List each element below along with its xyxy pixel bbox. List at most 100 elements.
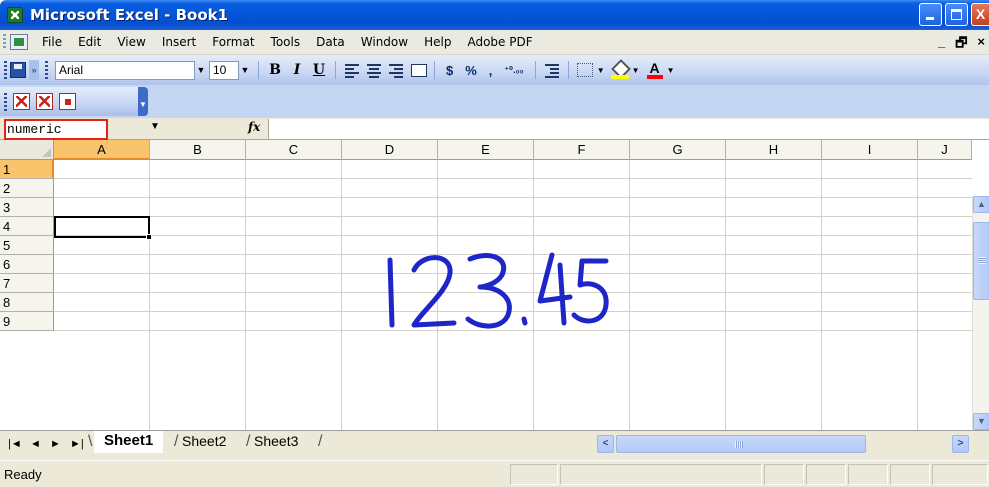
align-left-icon[interactable] <box>341 59 363 81</box>
row-header-7[interactable]: 7 <box>0 274 54 293</box>
font-size-field[interactable]: 10 <box>209 60 239 80</box>
fill-color-dropdown-arrow-icon[interactable]: ▼ <box>632 66 640 75</box>
menu-grip[interactable] <box>3 34 6 50</box>
excel-app-icon[interactable] <box>7 7 23 23</box>
close-button[interactable]: X <box>971 3 989 26</box>
next-sheet-icon[interactable]: ► <box>50 438 61 450</box>
column-header-j[interactable]: J <box>918 140 972 160</box>
status-panel <box>764 464 804 485</box>
menu-edit[interactable]: Edit <box>70 35 109 49</box>
borders-icon[interactable] <box>576 63 593 77</box>
menu-adobe-pdf[interactable]: Adobe PDF <box>459 35 540 49</box>
name-box-dropdown-arrow-icon[interactable]: ▼ <box>150 121 160 132</box>
workbook-close-button[interactable]: × <box>977 34 985 56</box>
column-header-d[interactable]: D <box>342 140 438 160</box>
currency-style-button[interactable]: $ <box>440 63 459 78</box>
vertical-scrollbar[interactable]: ▲ ▼ <box>972 196 989 430</box>
row-header-2[interactable]: 2 <box>0 179 54 198</box>
row-header-1[interactable]: 1 <box>0 160 54 179</box>
toolbar-options-chevron-icon[interactable]: » <box>29 60 39 80</box>
row-header-8[interactable]: 8 <box>0 293 54 312</box>
column-header-g[interactable]: G <box>630 140 726 160</box>
scroll-down-icon[interactable]: ▼ <box>973 413 989 430</box>
convert-and-review-pdf-icon[interactable] <box>59 93 76 110</box>
row-header-5[interactable]: 5 <box>0 236 54 255</box>
window-controls: X <box>919 3 989 26</box>
pdf-toolbar-options-chevron-icon[interactable]: ▼ <box>138 87 148 116</box>
workbook-controls: _ 🗗 × <box>938 34 985 56</box>
column-header-c[interactable]: C <box>246 140 342 160</box>
convert-and-email-pdf-icon[interactable] <box>36 93 53 110</box>
column-header-h[interactable]: H <box>726 140 822 160</box>
maximize-button[interactable] <box>945 3 968 26</box>
column-header-i[interactable]: I <box>822 140 918 160</box>
save-icon[interactable] <box>10 62 26 78</box>
vertical-scroll-thumb[interactable] <box>973 222 989 300</box>
title-bar[interactable]: Microsoft Excel - Book1 X <box>0 0 989 30</box>
underline-button[interactable]: U <box>308 59 330 81</box>
menu-file[interactable]: File <box>34 35 70 49</box>
column-header-a[interactable]: A <box>54 140 150 160</box>
minimize-button[interactable] <box>919 3 942 26</box>
menu-insert[interactable]: Insert <box>154 35 204 49</box>
italic-button[interactable]: I <box>286 59 308 81</box>
scroll-right-icon[interactable]: > <box>952 435 969 453</box>
name-box[interactable]: numeric <box>4 119 108 140</box>
font-dropdown-arrow-icon[interactable]: ▼ <box>195 61 207 80</box>
align-center-icon[interactable] <box>363 59 385 81</box>
menu-data[interactable]: Data <box>308 35 353 49</box>
insert-function-icon[interactable]: fx <box>248 120 260 134</box>
gridline <box>725 160 726 430</box>
menu-help[interactable]: Help <box>416 35 459 49</box>
toolbar-grip[interactable] <box>4 61 7 79</box>
workbook-minimize-button[interactable]: _ <box>938 34 945 56</box>
borders-dropdown-arrow-icon[interactable]: ▼ <box>597 66 605 75</box>
active-cell-a1[interactable] <box>54 216 150 238</box>
row-header-9[interactable]: 9 <box>0 312 54 331</box>
pdf-toolbar-grip[interactable] <box>4 92 7 111</box>
merge-and-center-icon[interactable] <box>407 59 429 81</box>
column-header-f[interactable]: F <box>534 140 630 160</box>
row-header-3[interactable]: 3 <box>0 198 54 217</box>
bold-button[interactable]: B <box>264 59 286 81</box>
row-header-4[interactable]: 4 <box>0 217 54 236</box>
toolbar-divider <box>434 61 435 79</box>
convert-to-pdf-icon[interactable] <box>13 93 30 110</box>
column-header-e[interactable]: E <box>438 140 534 160</box>
column-header-b[interactable]: B <box>150 140 246 160</box>
select-all-corner[interactable] <box>0 140 54 160</box>
previous-sheet-icon[interactable]: ◄ <box>30 438 41 450</box>
last-sheet-icon[interactable]: ►| <box>70 438 84 450</box>
menu-tools[interactable]: Tools <box>263 35 309 49</box>
increase-decimal-button[interactable]: ⁺⁰.₀₀ <box>498 65 529 76</box>
font-color-icon[interactable]: A <box>646 61 664 79</box>
toolbar-grip-2[interactable] <box>45 61 48 79</box>
gridline <box>54 216 972 217</box>
scroll-up-icon[interactable]: ▲ <box>973 196 989 213</box>
tab-sheet2[interactable]: Sheet2 <box>172 431 236 453</box>
gridline <box>341 160 342 430</box>
comma-style-button[interactable]: , <box>483 63 499 78</box>
menu-format[interactable]: Format <box>204 35 262 49</box>
first-sheet-icon[interactable]: |◄ <box>8 438 22 450</box>
menu-window[interactable]: Window <box>353 35 416 49</box>
tab-sheet3[interactable]: Sheet3 <box>244 431 308 453</box>
fill-handle[interactable] <box>146 234 152 240</box>
increase-indent-icon[interactable] <box>541 59 563 81</box>
horizontal-scrollbar[interactable]: < > <box>597 435 989 453</box>
percent-style-button[interactable]: % <box>459 63 483 78</box>
font-size-dropdown-arrow-icon[interactable]: ▼ <box>239 61 251 80</box>
fill-color-icon[interactable] <box>610 61 629 79</box>
handwritten-ink-annotation <box>387 252 609 329</box>
font-color-dropdown-arrow-icon[interactable]: ▼ <box>667 66 675 75</box>
row-header-6[interactable]: 6 <box>0 255 54 274</box>
menu-view[interactable]: View <box>109 35 153 49</box>
align-right-icon[interactable] <box>385 59 407 81</box>
scroll-left-icon[interactable]: < <box>597 435 614 453</box>
workbook-icon[interactable] <box>10 34 28 50</box>
workbook-restore-button[interactable]: 🗗 <box>955 34 967 56</box>
font-name-field[interactable]: Arial <box>55 60 195 80</box>
formula-input[interactable] <box>268 119 989 139</box>
horizontal-scroll-thumb[interactable] <box>616 435 866 453</box>
tab-sheet1[interactable]: Sheet1 <box>94 431 164 453</box>
